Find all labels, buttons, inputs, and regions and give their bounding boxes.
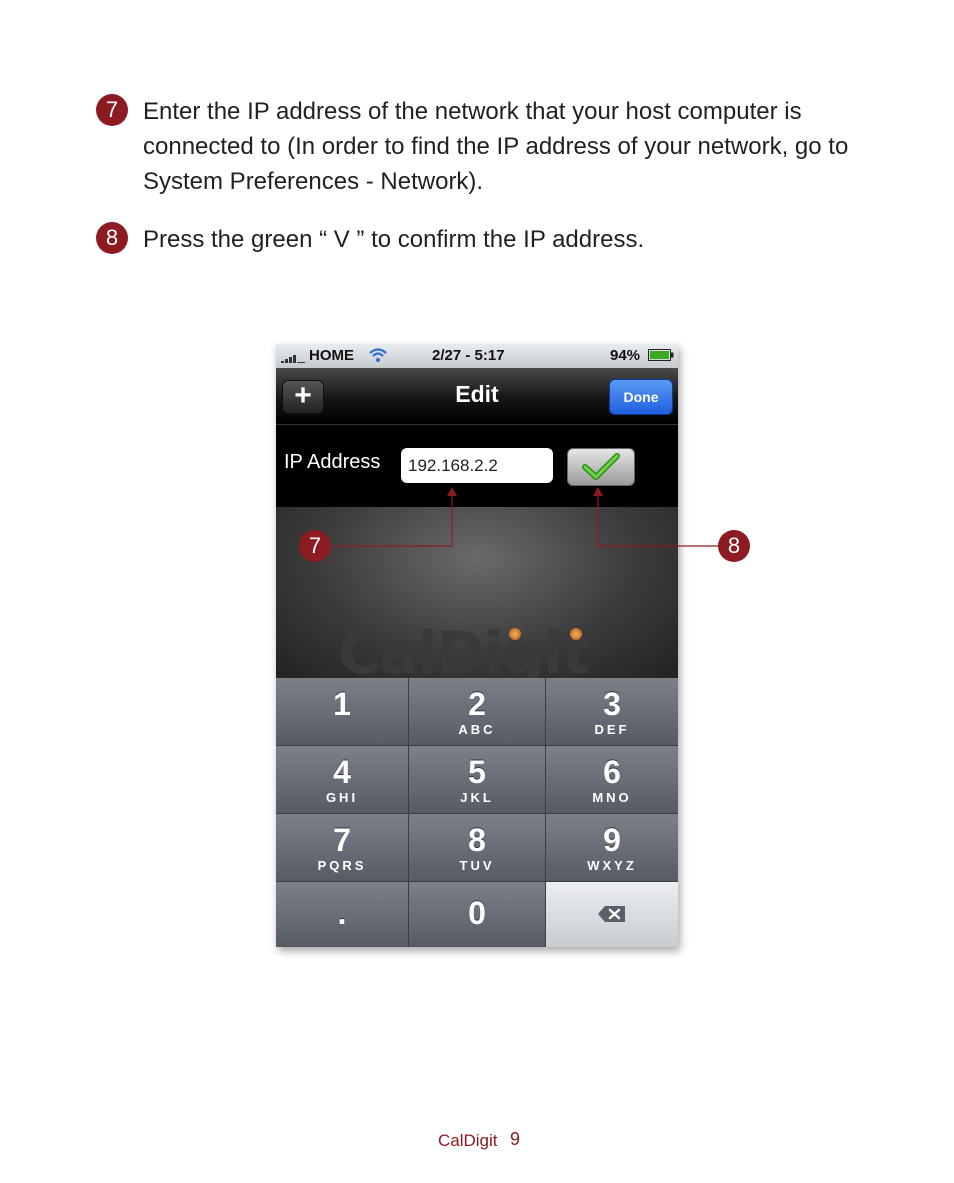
status-bar: HOME 2/27 - 5:17 94% bbox=[276, 344, 678, 368]
key-letters: MNO bbox=[592, 790, 632, 805]
step-number-badge: 8 bbox=[96, 222, 128, 254]
step-7: 7 Enter the IP address of the network th… bbox=[96, 94, 856, 199]
key-digit: 3 bbox=[603, 686, 621, 722]
key-letters: JKL bbox=[460, 790, 494, 805]
footer-brand: CalDigit bbox=[438, 1131, 498, 1150]
key-letters: ABC bbox=[458, 722, 496, 737]
key-8[interactable]: 8 TUV bbox=[409, 814, 546, 882]
step-8: 8 Press the green “ V ” to confirm the I… bbox=[96, 222, 856, 257]
led-orange-icon bbox=[570, 628, 582, 640]
key-digit: . bbox=[337, 895, 347, 931]
key-5[interactable]: 5 JKL bbox=[409, 746, 546, 814]
done-button[interactable]: Done bbox=[609, 379, 673, 415]
phone-screenshot: HOME 2/27 - 5:17 94% + Edit Done IP Addr… bbox=[276, 344, 678, 947]
key-letters: DEF bbox=[594, 722, 630, 737]
key-digit: 2 bbox=[468, 686, 486, 722]
key-digit: 0 bbox=[468, 895, 486, 931]
nav-bar: + Edit Done bbox=[276, 368, 678, 425]
status-time: 2/27 - 5:17 bbox=[432, 347, 505, 364]
key-7[interactable]: 7 PQRS bbox=[276, 814, 409, 882]
ip-address-label: IP Address bbox=[284, 451, 381, 473]
backspace-icon bbox=[598, 906, 625, 922]
key-dot[interactable]: . bbox=[276, 882, 409, 947]
key-digit: 1 bbox=[333, 686, 351, 722]
step-text: Enter the IP address of the network that… bbox=[143, 98, 849, 195]
key-4[interactable]: 4 GHI bbox=[276, 746, 409, 814]
caldigit-watermark-logo: CalDigit bbox=[338, 619, 590, 687]
signal-icon bbox=[281, 355, 305, 363]
step-number-badge: 7 bbox=[96, 94, 128, 126]
ip-address-row: IP Address bbox=[276, 425, 678, 507]
key-digit: 5 bbox=[468, 754, 486, 790]
key-6[interactable]: 6 MNO bbox=[546, 746, 678, 814]
step-text: Press the green “ V ” to confirm the IP … bbox=[143, 226, 645, 253]
wifi-icon bbox=[369, 348, 387, 362]
key-2[interactable]: 2 ABC bbox=[409, 678, 546, 746]
key-digit: 7 bbox=[333, 822, 351, 858]
key-digit: 9 bbox=[603, 822, 621, 858]
ip-address-input[interactable] bbox=[401, 448, 553, 483]
key-9[interactable]: 9 WXYZ bbox=[546, 814, 678, 882]
delete-key[interactable] bbox=[546, 882, 678, 947]
battery-icon bbox=[648, 349, 674, 361]
confirm-button[interactable] bbox=[567, 448, 635, 486]
key-letters: PQRS bbox=[317, 858, 367, 873]
key-letters: GHI bbox=[325, 790, 359, 805]
key-0[interactable]: 0 bbox=[409, 882, 546, 947]
callout-7: 7 bbox=[299, 530, 331, 562]
key-digit: 8 bbox=[468, 822, 486, 858]
key-digit: 6 bbox=[603, 754, 621, 790]
callout-8: 8 bbox=[718, 530, 750, 562]
check-icon bbox=[582, 453, 620, 480]
key-1[interactable]: 1 bbox=[276, 678, 409, 746]
numeric-keypad: 1 2 ABC 3 DEF 4 GHI 5 JKL 6 MNO 7 PQRS 8 bbox=[276, 678, 678, 947]
battery-percent: 94% bbox=[610, 347, 641, 364]
led-orange-icon bbox=[509, 628, 521, 640]
key-3[interactable]: 3 DEF bbox=[546, 678, 678, 746]
key-digit: 4 bbox=[333, 754, 351, 790]
page-number: 9 bbox=[510, 1129, 521, 1149]
background-area: CalDigit bbox=[276, 507, 678, 687]
key-letters: TUV bbox=[459, 858, 495, 873]
key-letters: WXYZ bbox=[587, 858, 637, 873]
carrier-label: HOME bbox=[309, 347, 354, 364]
